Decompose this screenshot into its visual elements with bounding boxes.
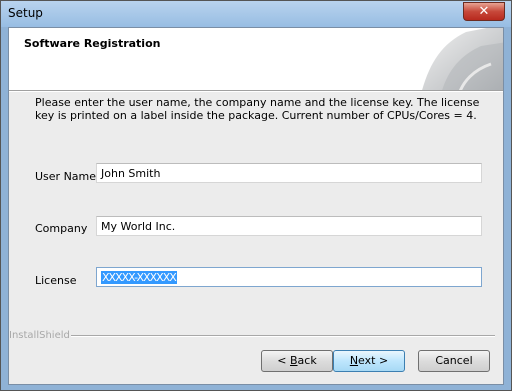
company-value: My World Inc. [101, 220, 176, 233]
page-title: Software Registration [24, 37, 161, 50]
back-button-label: ack [297, 354, 317, 367]
header-graphic-icon [422, 28, 503, 90]
user-name-input[interactable]: John Smith [96, 163, 482, 183]
installshield-brand: InstallShield [9, 330, 70, 341]
back-button-prefix: < [277, 354, 290, 367]
next-button-mnemonic: N [349, 354, 359, 367]
footer-divider [71, 335, 495, 337]
close-icon: ✕ [478, 4, 490, 19]
user-name-value: John Smith [101, 167, 161, 180]
dialog-body: Software Registration Please enter the u… [8, 27, 504, 385]
header-panel: Software Registration [9, 28, 503, 91]
cancel-button[interactable]: Cancel [418, 350, 490, 372]
user-name-label: User Name [35, 170, 97, 183]
company-label: Company [35, 222, 88, 235]
window-title: Setup [8, 6, 43, 20]
header-divider [9, 91, 503, 92]
license-input[interactable]: XXXXX-XXXXXX [96, 267, 482, 287]
instructions-text: Please enter the user name, the company … [35, 96, 480, 122]
license-label: License [35, 274, 77, 287]
next-button-label: ext > [358, 354, 389, 367]
setup-window: Setup ✕ Software Registration Please ent… [0, 0, 512, 391]
license-value: XXXXX-XXXXXX [101, 271, 177, 284]
close-button[interactable]: ✕ [463, 2, 505, 21]
back-button-mnemonic: B [290, 354, 298, 367]
cancel-button-label: Cancel [435, 354, 473, 367]
company-input[interactable]: My World Inc. [96, 216, 482, 236]
title-bar[interactable]: Setup ✕ [1, 1, 511, 27]
back-button[interactable]: < Back [261, 350, 333, 372]
next-button[interactable]: Next > [333, 350, 405, 372]
